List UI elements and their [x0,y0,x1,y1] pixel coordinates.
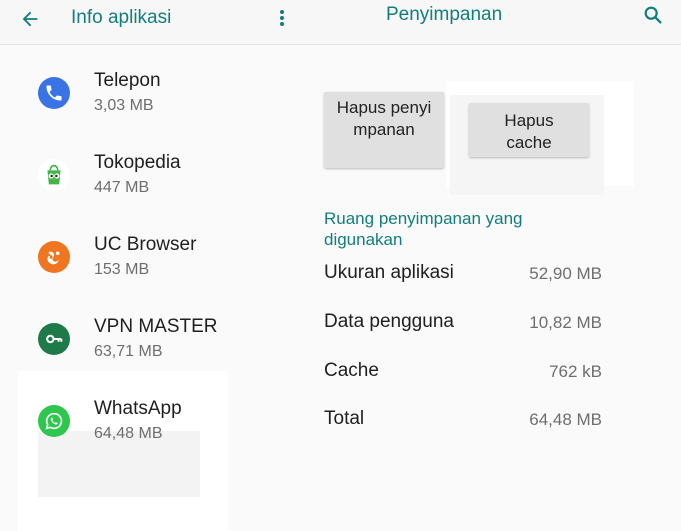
uc-browser-icon [38,241,70,273]
page-title-storage: Penyimpanan [386,4,503,25]
more-vert-icon[interactable] [276,8,288,28]
row-value: 10,82 MB [529,313,602,332]
tokopedia-icon [38,159,70,191]
app-size: 64,48 MB [94,425,163,442]
whatsapp-icon [38,405,70,437]
list-item-tokopedia[interactable]: Tokopedia 447 MB [24,149,284,209]
app-name: Telepon [94,70,161,91]
clear-cache-button[interactable]: Hapus cache [469,103,589,157]
row-label: Ukuran aplikasi [324,262,454,283]
row-value: 64,48 MB [529,410,602,429]
clear-storage-button[interactable]: Hapus penyimpanan [324,92,444,168]
search-icon[interactable] [640,2,666,28]
app-name: VPN MASTER [94,316,218,337]
page-title-app-info: Info aplikasi [71,7,172,28]
app-size: 3,03 MB [94,97,154,114]
storage-row-cache: Cache 762 kB [324,360,602,388]
clear-storage-label: Hapus penyimpanan [336,98,432,139]
row-value: 52,90 MB [529,264,602,283]
storage-row-total: Total 64,48 MB [324,408,602,436]
list-item-uc-browser[interactable]: UC Browser 153 MB [24,231,284,291]
list-item-whatsapp[interactable]: WhatsApp 64,48 MB [24,395,284,455]
app-size: 63,71 MB [94,343,163,360]
storage-row-app-size: Ukuran aplikasi 52,90 MB [324,262,602,290]
app-name: WhatsApp [94,398,182,419]
app-name: Tokopedia [94,152,181,173]
top-app-bar: Info aplikasi Penyimpanan [0,0,681,45]
storage-row-user-data: Data pengguna 10,82 MB [324,311,602,339]
row-value: 762 kB [549,362,602,381]
phone-icon [38,77,70,109]
clear-cache-label: Hapus cache [504,111,554,152]
vpn-key-icon [38,323,70,355]
row-label: Cache [324,360,379,381]
section-title-storage-used: Ruang penyimpanan yang digunakan [324,209,523,249]
row-label: Data pengguna [324,311,454,332]
app-size: 447 MB [94,179,150,196]
row-label: Total [324,408,365,429]
app-size: 153 MB [94,261,150,278]
app-list: Telepon 3,03 MB Tokopedia 447 MB UC Brow… [0,45,300,531]
arrow-back-icon[interactable] [14,6,46,32]
app-name: UC Browser [94,234,197,255]
list-item-vpn-master[interactable]: VPN MASTER 63,71 MB [24,313,284,373]
list-item-telepon[interactable]: Telepon 3,03 MB [24,67,284,127]
